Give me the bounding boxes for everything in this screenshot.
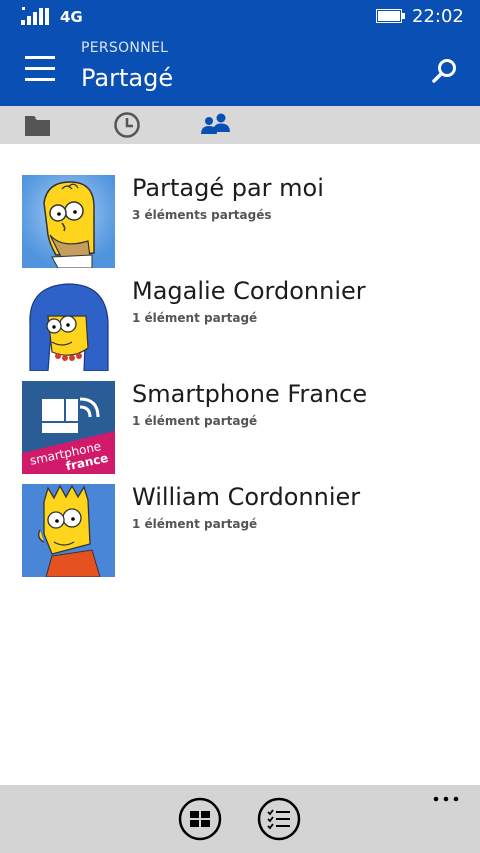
item-subtitle: 1 élément partagé [132, 311, 258, 325]
homer-avatar [22, 175, 115, 268]
item-title: Smartphone France [132, 380, 368, 408]
list-item[interactable]: Partagé par moi 3 éléments partagés [0, 170, 480, 273]
list-item[interactable]: William Cordonnier 1 élément partagé [0, 479, 480, 582]
tab-recent[interactable] [110, 110, 144, 140]
hamburger-icon[interactable] [25, 56, 55, 82]
breadcrumb: PERSONNEL [81, 40, 169, 56]
bart-avatar [22, 484, 115, 577]
search-icon[interactable] [428, 56, 460, 88]
battery-icon [376, 9, 405, 23]
more-dots-icon[interactable] [430, 789, 462, 809]
item-title: Magalie Cordonnier [132, 277, 366, 305]
signal-icon [21, 7, 49, 25]
status-bar: 4G 22:02 [0, 0, 480, 32]
pivot-tabs [0, 106, 480, 144]
shared-list: Partagé par moi 3 éléments partagés Maga… [0, 170, 480, 582]
item-subtitle: 1 élément partagé [132, 414, 258, 428]
app-bar [0, 785, 480, 853]
list-item[interactable]: smartphone france Smartphone France 1 él… [0, 376, 480, 479]
grid-view-icon[interactable] [178, 797, 222, 841]
item-title: Partagé par moi [132, 174, 324, 202]
select-list-icon[interactable] [257, 797, 301, 841]
item-subtitle: 1 élément partagé [132, 517, 258, 531]
shared-people-icon [201, 113, 230, 134]
marge-avatar [22, 278, 115, 371]
item-title: William Cordonnier [132, 483, 361, 511]
recent-clock-icon [114, 112, 140, 138]
page-title: Partagé [81, 64, 174, 92]
page-header: PERSONNEL Partagé [0, 32, 480, 106]
list-item[interactable]: Magalie Cordonnier 1 élément partagé [0, 273, 480, 376]
item-subtitle: 3 éléments partagés [132, 208, 272, 222]
tab-shared[interactable] [198, 110, 232, 140]
folder-icon [25, 116, 50, 136]
clock: 22:02 [412, 6, 464, 27]
network-type: 4G [60, 8, 83, 26]
smartphone-france-logo: smartphone france [22, 381, 115, 474]
tab-files[interactable] [22, 110, 56, 140]
